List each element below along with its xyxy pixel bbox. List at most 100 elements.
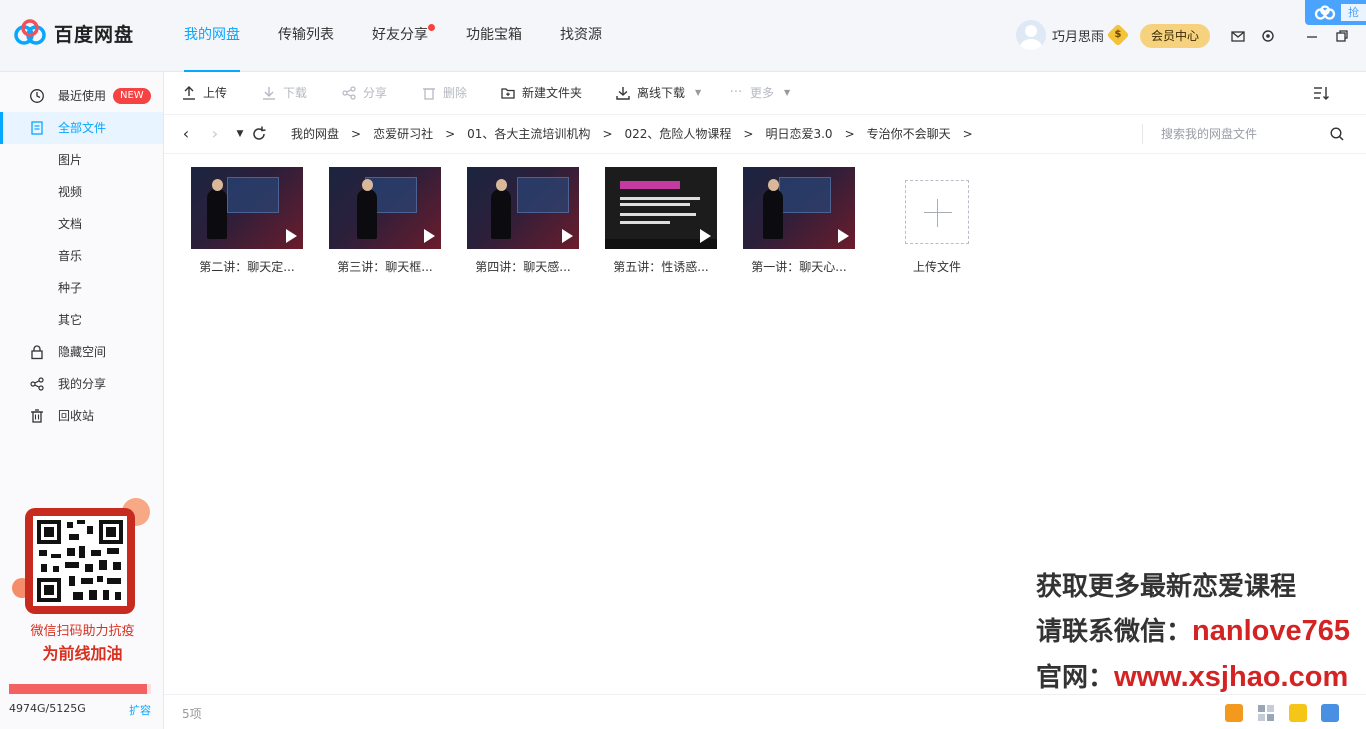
sidebar-item-hidden-space[interactable]: 隐藏空间 bbox=[0, 336, 163, 368]
upload-file-label[interactable]: 上传文件 bbox=[877, 258, 997, 275]
upload-status-icon[interactable] bbox=[1289, 704, 1307, 722]
new-folder-button[interactable]: 新建文件夹 bbox=[500, 85, 582, 101]
app-logo[interactable]: 百度网盘 bbox=[14, 19, 134, 47]
status-bar: 5项 bbox=[164, 694, 1366, 729]
chevron-down-icon: ▼ bbox=[784, 88, 791, 97]
storage-quota-bar bbox=[9, 684, 151, 694]
sort-icon[interactable] bbox=[1312, 84, 1330, 102]
user-profile[interactable]: 巧月思雨 $ bbox=[1016, 20, 1130, 50]
promo-corner-text: 抢 bbox=[1341, 4, 1366, 21]
nav-my-disk[interactable]: 我的网盘 bbox=[184, 0, 240, 72]
breadcrumb-item-current[interactable]: 专治你不会聊天 bbox=[867, 127, 951, 141]
sidebar: 最近使用 NEW 全部文件 图片 视频 文档 音乐 种子 其它 隐藏空间 我的分… bbox=[0, 72, 164, 729]
settings-gear-icon[interactable] bbox=[1260, 28, 1276, 44]
upload-button[interactable]: 上传 bbox=[181, 85, 227, 101]
search-placeholder: 搜索我的网盘文件 bbox=[1161, 127, 1258, 141]
nav-toolbox[interactable]: 功能宝箱 bbox=[466, 0, 522, 72]
more-dots-icon: ··· bbox=[729, 85, 743, 100]
storage-quota-text: 4974G/5125G bbox=[9, 702, 86, 715]
sidebar-item-recycle-bin[interactable]: 回收站 bbox=[0, 400, 163, 432]
breadcrumb-item[interactable]: 我的网盘 bbox=[291, 127, 339, 141]
sidebar-item-my-shares[interactable]: 我的分享 bbox=[0, 368, 163, 400]
medal-icon[interactable] bbox=[1225, 704, 1243, 722]
breadcrumb-separator: > bbox=[844, 127, 855, 141]
file-name: 第五讲：性诱惑... bbox=[613, 260, 709, 274]
sidebar-item-torrents[interactable]: 种子 bbox=[0, 272, 163, 304]
search-input[interactable]: 搜索我的网盘文件 bbox=[1142, 124, 1356, 144]
breadcrumb-item[interactable]: 022、危险人物课程 bbox=[625, 127, 732, 141]
avatar[interactable] bbox=[1016, 20, 1046, 50]
upload-file-tile[interactable] bbox=[905, 180, 969, 244]
sidebar-item-videos[interactable]: 视频 bbox=[0, 176, 163, 208]
top-bar: 百度网盘 我的网盘 传输列表 好友分享 功能宝箱 找资源 巧月思雨 $ 会员中心… bbox=[0, 0, 1366, 72]
breadcrumb-separator: > bbox=[962, 127, 973, 141]
item-count: 5项 bbox=[182, 707, 202, 721]
breadcrumb: 我的网盘 > 恋爱研习社 >01、各大主流培训机构 >022、危险人物课程 > 明日恋爱3.… bbox=[291, 115, 985, 153]
sidebar-item-documents[interactable]: 文档 bbox=[0, 208, 163, 240]
storage-quota-fill bbox=[9, 684, 147, 694]
qr-code-frame bbox=[25, 508, 135, 614]
lock-icon[interactable] bbox=[1321, 704, 1339, 722]
nav-friend-share[interactable]: 好友分享 bbox=[372, 0, 435, 72]
breadcrumb-separator: > bbox=[351, 127, 362, 141]
promo-corner-badge[interactable]: 抢 bbox=[1305, 0, 1366, 25]
breadcrumb-separator: > bbox=[445, 127, 456, 141]
file-name: 第三讲：聊天框... bbox=[337, 260, 433, 274]
qr-code-icon bbox=[33, 516, 127, 606]
play-icon bbox=[286, 229, 297, 243]
delete-button[interactable]: 删除 bbox=[421, 85, 467, 101]
chevron-down-icon[interactable]: ▼ bbox=[695, 85, 701, 101]
clock-icon bbox=[30, 89, 44, 103]
expand-storage-link[interactable]: 扩容 bbox=[129, 702, 151, 718]
address-bar: ‹ › ▼ 我的网盘 > 恋爱研习社 >01、各大主流培训机构 >022、危险人物课程 >… bbox=[164, 114, 1366, 154]
refresh-icon[interactable] bbox=[251, 125, 267, 143]
forward-icon[interactable]: › bbox=[207, 125, 223, 143]
sidebar-item-images[interactable]: 图片 bbox=[0, 144, 163, 176]
plus-icon bbox=[924, 212, 952, 213]
nav-find-resources[interactable]: 找资源 bbox=[560, 0, 602, 72]
sidebar-item-recent[interactable]: 最近使用 NEW bbox=[0, 80, 163, 112]
history-dropdown-icon[interactable]: ▼ bbox=[232, 125, 248, 143]
file-name: 第一讲：聊天心... bbox=[751, 260, 847, 274]
restore-icon[interactable] bbox=[1334, 28, 1350, 44]
file-name: 第二讲：聊天定... bbox=[199, 260, 295, 274]
search-icon[interactable] bbox=[1329, 126, 1345, 142]
breadcrumb-separator: > bbox=[743, 127, 754, 141]
breadcrumb-item[interactable]: 恋爱研习社 bbox=[373, 127, 433, 141]
mail-icon[interactable] bbox=[1230, 28, 1246, 44]
vip-badge-icon[interactable]: $ bbox=[1106, 23, 1130, 47]
file-toolbar: 上传 下载 分享 删除 新建文件夹 离线下载 ▼ ··· 更多 ▼ bbox=[164, 72, 1366, 114]
watermark-line3: 官网：www.xsjhao.com bbox=[1036, 661, 1349, 693]
video-thumbnail bbox=[191, 167, 303, 249]
promo-text-line1: 微信扫码助力抗疫 bbox=[30, 624, 135, 639]
download-icon bbox=[263, 87, 275, 100]
notification-dot bbox=[428, 24, 435, 31]
sidebar-item-other[interactable]: 其它 bbox=[0, 304, 163, 336]
download-button[interactable]: 下载 bbox=[261, 85, 307, 101]
sidebar-item-all-files[interactable]: 全部文件 bbox=[0, 112, 163, 144]
play-icon bbox=[838, 229, 849, 243]
cloud-logo-icon bbox=[1314, 5, 1336, 20]
offline-download-button[interactable]: 离线下载 ▼ bbox=[615, 85, 701, 101]
video-thumbnail bbox=[743, 167, 855, 249]
promo-banner[interactable]: 微信扫码助力抗疫 为前线加油 bbox=[10, 498, 155, 665]
video-thumbnail bbox=[467, 167, 579, 249]
watermark-line1: 获取更多最新恋爱课程 bbox=[1036, 572, 1297, 602]
member-center-button[interactable]: 会员中心 bbox=[1140, 24, 1210, 48]
breadcrumb-item[interactable]: 01、各大主流培训机构 bbox=[467, 127, 590, 141]
nav-transfer-list[interactable]: 传输列表 bbox=[278, 0, 334, 72]
sidebar-item-music[interactable]: 音乐 bbox=[0, 240, 163, 272]
back-icon[interactable]: ‹ bbox=[178, 125, 194, 143]
play-icon bbox=[424, 229, 435, 243]
minimize-icon[interactable] bbox=[1304, 28, 1320, 44]
play-icon bbox=[700, 229, 711, 243]
video-thumbnail bbox=[605, 167, 717, 249]
app-name: 百度网盘 bbox=[54, 23, 135, 46]
video-thumbnail bbox=[329, 167, 441, 249]
breadcrumb-item[interactable]: 明日恋爱3.0 bbox=[765, 127, 832, 141]
share-button[interactable]: 分享 bbox=[341, 85, 387, 101]
more-button[interactable]: ··· 更多 ▼ bbox=[728, 85, 790, 101]
main-nav: 我的网盘 传输列表 好友分享 功能宝箱 找资源 bbox=[184, 0, 640, 72]
username[interactable]: 巧月思雨 bbox=[1052, 26, 1104, 45]
apps-grid-icon[interactable] bbox=[1257, 704, 1275, 722]
